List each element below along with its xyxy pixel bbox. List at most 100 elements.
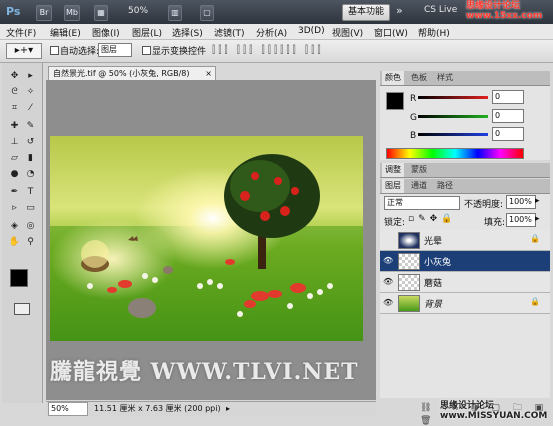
type-tool-icon[interactable]: T (24, 187, 37, 198)
workspace-switcher-button[interactable]: 基本功能 (342, 4, 390, 21)
path-selection-icon[interactable]: ▹ (8, 203, 21, 214)
auto-select-dropdown[interactable]: 图层 (98, 43, 132, 57)
channel-g-slider[interactable] (418, 115, 488, 118)
arrange-documents-button[interactable]: ▥ (168, 5, 182, 21)
layer-name: 小灰兔 (424, 258, 452, 268)
channel-r-label: R (410, 94, 417, 104)
tab-swatches[interactable]: 色板 (408, 71, 430, 85)
watermark-bottom: 思缘设计论坛 www.MISSYUAN.COM (440, 401, 548, 421)
lock-label: 锁定: (384, 218, 406, 228)
layer-name: 背景 (424, 300, 443, 310)
status-menu-arrow-icon[interactable]: ▸ (226, 402, 230, 416)
history-brush-icon[interactable]: ↺ (24, 137, 37, 148)
menu-analysis[interactable]: 分析(A) (256, 26, 287, 39)
lock-options-icons[interactable]: ▫✎✥🔒 (408, 214, 456, 224)
channel-g-input[interactable]: 0 (492, 109, 524, 123)
layer-row-rabbit[interactable]: 👁 小灰兔 (380, 251, 550, 272)
canvas-image[interactable] (50, 136, 363, 341)
view-extras-button[interactable]: ▦ (94, 5, 108, 21)
eye-icon[interactable]: 👁 (383, 298, 393, 307)
layer-row-mushroom[interactable]: 👁 蘑菇 (380, 272, 550, 293)
tools-panel: ✥ ▸ ᘓ ✧ ⌗ ⁄ ✚ ✎ ⊥ ↺ ▱ ▮ ● ◔ ✒ T ▹ ▭ ◈ ◎ … (2, 63, 43, 403)
fill-label: 填充: (484, 218, 506, 228)
tab-paths[interactable]: 路径 (434, 179, 456, 193)
document-tab[interactable]: 自然景光.tif @ 50% (小灰兔, RGB/8) × (48, 66, 216, 80)
layer-row-glow[interactable]: 光晕 🔒 (380, 230, 550, 251)
menu-view[interactable]: 视图(V) (332, 26, 363, 39)
fill-input[interactable]: 100% (506, 213, 536, 227)
auto-select-checkbox[interactable] (50, 46, 59, 55)
quick-mask-icon[interactable] (14, 303, 30, 315)
channel-r-slider[interactable] (418, 96, 488, 99)
color-panel-foreground-swatch[interactable] (386, 92, 404, 110)
3d-rotate-icon[interactable]: ◈ (8, 221, 21, 232)
eyedropper-icon[interactable]: ⁄ (24, 103, 37, 114)
zoom-level[interactable]: 50% (128, 6, 148, 16)
magic-wand-icon[interactable]: ✧ (24, 87, 37, 98)
show-transform-checkbox[interactable] (142, 46, 151, 55)
channel-b-slider[interactable] (418, 133, 488, 136)
blur-tool-icon[interactable]: ● (8, 169, 21, 180)
tab-adjustments[interactable]: 调整 (382, 163, 404, 177)
layer-thumbnail (398, 253, 420, 270)
blend-mode-dropdown[interactable]: 正常 (384, 196, 460, 210)
application-bar: Ps Br Mb ▦ 50% ▥ ▢ 基本功能 » CS Live 思缘设计论坛… (0, 0, 553, 24)
shape-tool-icon[interactable]: ▭ (24, 203, 37, 214)
opacity-arrow-icon[interactable]: ▸ (535, 196, 540, 206)
menu-layer[interactable]: 图层(L) (132, 26, 162, 39)
tab-channels[interactable]: 通道 (408, 179, 430, 193)
tab-color[interactable]: 颜色 (382, 71, 404, 85)
menu-image[interactable]: 图像(I) (92, 26, 120, 39)
brush-tool-icon[interactable]: ✎ (24, 121, 37, 132)
status-zoom-field[interactable]: 50% (48, 402, 88, 416)
channel-r-input[interactable]: 0 (492, 90, 524, 104)
move-tool-icon[interactable]: ✥ (8, 71, 21, 82)
zoom-tool-icon[interactable]: ⚲ (24, 237, 37, 248)
screen-mode-button[interactable]: ▢ (200, 5, 214, 21)
layer-thumbnail (398, 274, 420, 291)
crop-tool-icon[interactable]: ⌗ (8, 103, 21, 114)
tool-preset-picker[interactable]: ▸+▾ (6, 43, 42, 59)
menu-3d[interactable]: 3D(D) (298, 26, 325, 36)
opacity-input[interactable]: 100% (506, 195, 536, 209)
healing-brush-icon[interactable]: ✚ (8, 121, 21, 132)
layer-row-background[interactable]: 👁 背景 🔒 (380, 293, 550, 314)
cs-live-button[interactable]: CS Live (424, 5, 457, 15)
eye-icon[interactable]: 👁 (383, 277, 393, 286)
menu-file[interactable]: 文件(F) (6, 26, 36, 39)
layer-lock-icon: 🔒 (530, 297, 540, 306)
foreground-color-swatch[interactable] (10, 269, 28, 287)
menu-bar: 文件(F) 编辑(E) 图像(I) 图层(L) 选择(S) 滤镜(T) 分析(A… (0, 24, 553, 40)
clone-stamp-icon[interactable]: ⊥ (8, 137, 21, 148)
menu-edit[interactable]: 编辑(E) (50, 26, 81, 39)
mini-bridge-button[interactable]: Mb (64, 5, 80, 21)
document-title: 自然景光.tif @ 50% (小灰兔, RGB/8) (53, 69, 190, 78)
gradient-tool-icon[interactable]: ▮ (24, 153, 37, 164)
lasso-tool-icon[interactable]: ᘓ (8, 87, 21, 98)
selection-arrow-icon[interactable]: ▸ (24, 71, 37, 82)
hand-tool-icon[interactable]: ✋ (8, 237, 21, 248)
menu-window[interactable]: 窗口(W) (374, 26, 408, 39)
tab-styles[interactable]: 样式 (434, 71, 456, 85)
menu-help[interactable]: 帮助(H) (418, 26, 450, 39)
tab-layers[interactable]: 图层 (382, 179, 404, 193)
eye-icon[interactable]: 👁 (383, 256, 393, 265)
bridge-button[interactable]: Br (36, 5, 52, 21)
channel-b-input[interactable]: 0 (492, 127, 524, 141)
eraser-tool-icon[interactable]: ▱ (8, 153, 21, 164)
fill-arrow-icon[interactable]: ▸ (535, 214, 540, 224)
more-workspaces-icon[interactable]: » (396, 4, 403, 17)
menu-filter[interactable]: 滤镜(T) (214, 26, 245, 39)
layer-name: 蘑菇 (424, 279, 443, 289)
dodge-tool-icon[interactable]: ◔ (24, 169, 37, 180)
3d-orbit-icon[interactable]: ◎ (24, 221, 37, 232)
align-buttons-group[interactable]: ⫿⫿⫿ ⫿⫿⫿ ⫿⫿⫿⫿⫿⫿ ⫿⫿⫿ (212, 45, 324, 56)
close-document-icon[interactable]: × (205, 67, 212, 80)
auto-select-label: 自动选择: (60, 47, 100, 57)
layer-visibility-off[interactable] (383, 235, 393, 244)
pen-tool-icon[interactable]: ✒ (8, 187, 21, 198)
tab-masks[interactable]: 蒙版 (408, 163, 430, 177)
layer-name: 光晕 (424, 237, 443, 247)
color-spectrum-bar[interactable] (386, 148, 524, 159)
menu-select[interactable]: 选择(S) (172, 26, 203, 39)
